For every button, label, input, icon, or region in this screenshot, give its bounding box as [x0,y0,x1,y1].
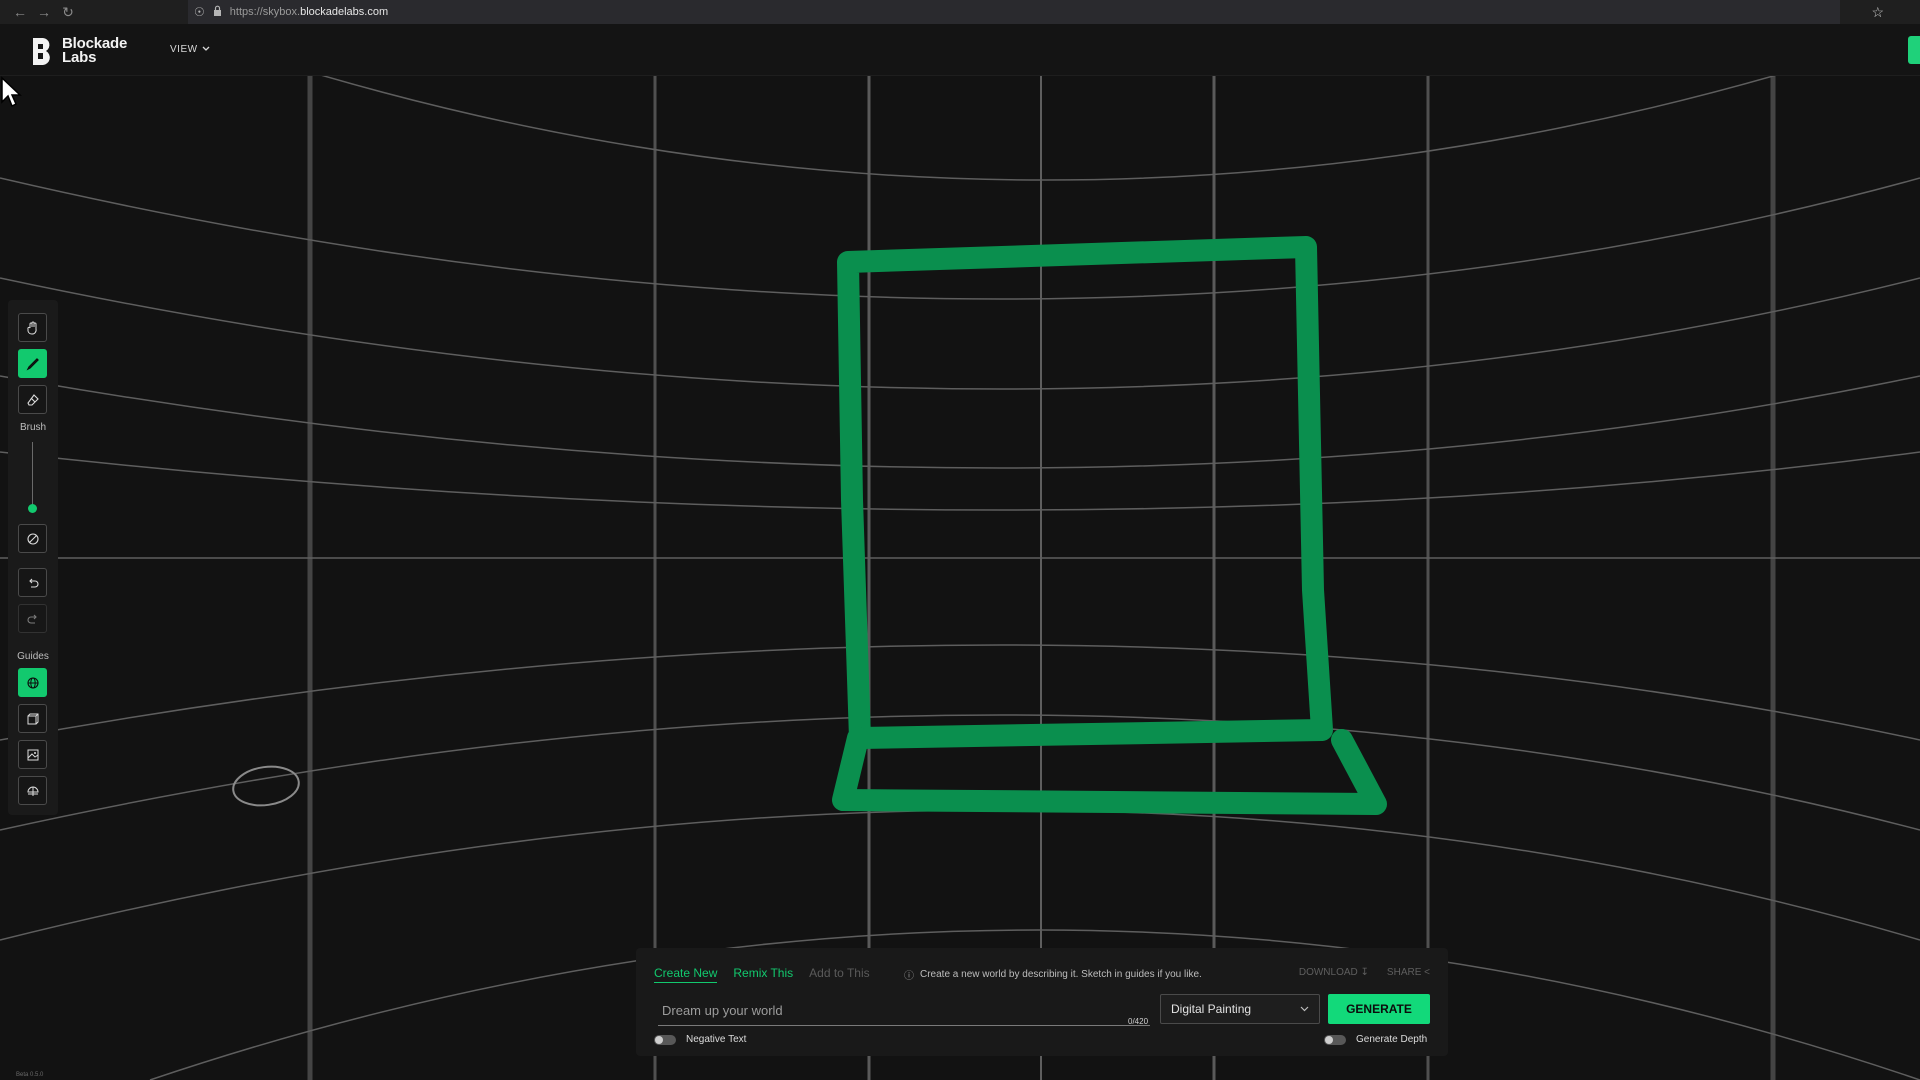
brush-tool-button[interactable] [18,349,47,378]
info-icon: ⓘ [904,971,914,982]
globe-guide-icon [26,676,39,689]
negative-text-toggle-row: Negative Text [654,1034,746,1045]
generate-button[interactable]: GENERATE [1328,994,1430,1024]
prompt-panel: Create New Remix This Add to This ⓘ Crea… [636,948,1448,1056]
browser-toolbar: ← → ↻ ☉ https://skybox.blockadelabs.com … [0,0,1920,24]
forward-icon[interactable]: → [32,0,56,24]
undo-icon [28,578,38,588]
clear-icon [26,532,39,545]
blockade-logo-icon [33,38,50,65]
eraser-icon [26,393,39,406]
result-actions: DOWNLOAD ↧ SHARE < [1299,967,1430,978]
brush-icon [26,357,39,370]
shield-icon: ☉ [194,5,205,19]
undo-button[interactable] [18,568,47,597]
tab-add-to-this[interactable]: Add to This [809,966,869,983]
prompt-input[interactable] [658,996,1150,1026]
brush-size-handle[interactable] [28,504,37,513]
dome-guide-icon [26,786,39,796]
app-header: Blockade Labs VIEW [0,24,1920,76]
share-button[interactable]: SHARE < [1387,967,1430,978]
image-guide-button[interactable] [18,740,47,769]
image-guide-icon [27,749,38,760]
redo-button[interactable] [18,604,47,633]
tab-remix-this[interactable]: Remix This [733,966,793,983]
cube-guide-icon [27,713,38,724]
share-icon: < [1424,967,1430,978]
skybox-canvas[interactable] [0,76,1920,1080]
view-menu[interactable]: VIEW [170,44,210,55]
share-label: SHARE [1386,967,1422,978]
back-icon[interactable]: ← [8,0,32,24]
sketch-stroke [832,236,1387,815]
tab-create-new[interactable]: Create New [654,966,718,983]
mode-tabs: Create New Remix This Add to This [654,966,870,983]
generate-depth-toggle-row: Generate Depth [1324,1034,1427,1045]
hand-tool-button[interactable] [18,313,47,342]
generate-depth-label: Generate Depth [1356,1034,1428,1045]
chevron-down-icon [1300,1006,1309,1012]
bookmark-star-icon[interactable]: ☆ [1871,0,1884,24]
address-bar[interactable]: ☉ https://skybox.blockadelabs.com [188,0,1840,24]
lock-icon [213,5,222,19]
eraser-tool-button[interactable] [18,385,47,414]
generate-depth-toggle[interactable] [1324,1034,1346,1045]
reload-icon[interactable]: ↻ [56,0,80,24]
tool-rail: Brush Guides [8,300,58,815]
logo-text: Blockade Labs [62,35,128,66]
cube-guide-button[interactable] [18,704,47,733]
clear-canvas-button[interactable] [18,524,47,553]
negative-text-label: Negative Text [686,1034,747,1045]
style-select[interactable]: Digital Painting [1160,994,1320,1024]
view-menu-label: VIEW [170,44,198,55]
download-icon: ↧ [1360,967,1369,978]
chevron-down-icon [202,44,210,55]
negative-text-toggle[interactable] [654,1034,676,1045]
logo[interactable]: Blockade Labs [30,36,127,66]
style-select-value: Digital Painting [1171,1002,1252,1016]
guides-label: Guides [17,651,49,662]
download-label: DOWNLOAD [1298,967,1358,978]
brush-label: Brush [19,422,47,433]
url-prefix: https://skybox. [229,6,301,18]
mouse-cursor-icon [1,76,22,108]
url-text: https://skybox.blockadelabs.com [230,6,388,18]
brush-size-slider[interactable] [32,442,33,510]
redo-icon [27,614,37,624]
download-button[interactable]: DOWNLOAD ↧ [1299,967,1369,978]
url-host: blockadelabs.com [300,6,389,18]
dome-guide-button[interactable] [18,776,47,805]
prompt-hint: ⓘ Create a new world by describing it. S… [904,967,1202,982]
char-count: 0/420 [1128,1017,1149,1026]
prompt-hint-text: Create a new world by describing it. Ske… [920,969,1202,980]
account-button[interactable] [1908,36,1920,64]
version-label: Beta 0.5.0 [16,1072,44,1078]
globe-guide-button[interactable] [18,668,47,697]
hand-icon [26,321,37,334]
